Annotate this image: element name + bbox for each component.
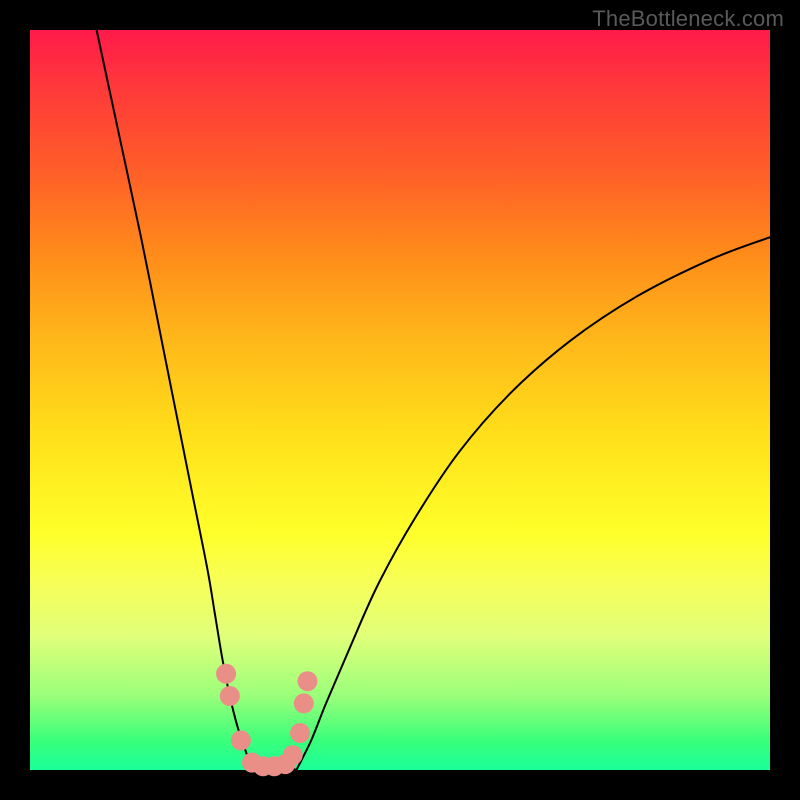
marker-dot: [231, 730, 251, 750]
marker-dot: [216, 664, 236, 684]
marker-dot: [298, 671, 318, 691]
chart-lines: [97, 30, 770, 770]
marker-dot: [290, 723, 310, 743]
series-right-curve: [296, 237, 770, 770]
marker-dot: [294, 693, 314, 713]
watermark-text: TheBottleneck.com: [592, 6, 784, 32]
outer-frame: TheBottleneck.com: [0, 0, 800, 800]
chart-svg: [30, 30, 770, 770]
marker-dot: [220, 686, 240, 706]
series-left-curve: [97, 30, 252, 770]
marker-dot: [283, 745, 303, 765]
